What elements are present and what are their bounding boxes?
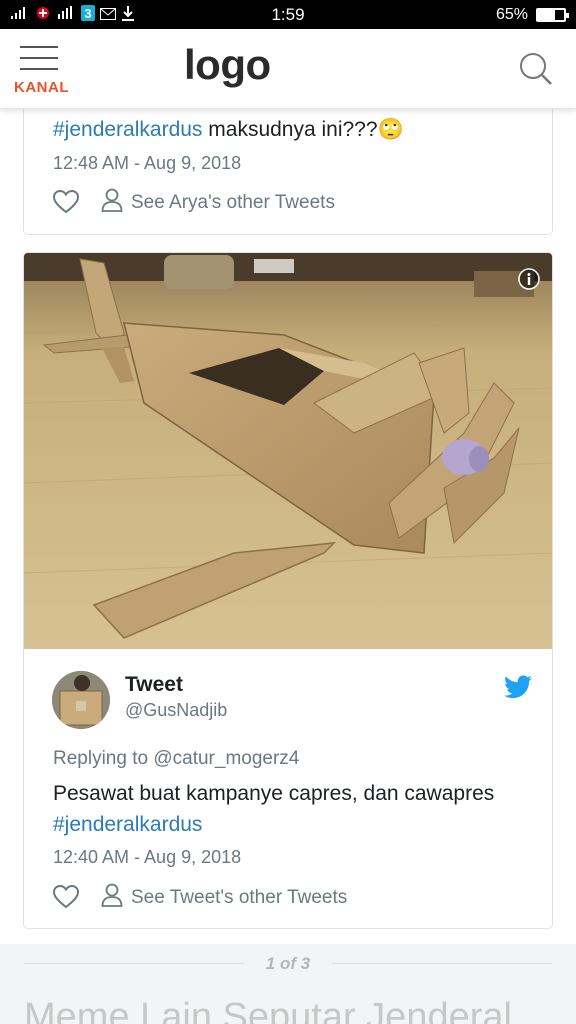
gallery-pager: 1 of 3 [0, 954, 576, 974]
carrier-icon: 3 [81, 5, 95, 24]
hashtag-link[interactable]: #jenderalkardus [53, 809, 533, 840]
status-time: 1:59 [271, 4, 305, 24]
embedded-tweet: #jenderalkardus maksudnya ini???🙄 12:48 … [23, 100, 553, 235]
network-icon [56, 6, 76, 23]
twitter-bird-icon[interactable] [504, 675, 532, 699]
tweet-body: Pesawat buat kampanye capres, dan cawapr… [53, 782, 495, 805]
menu-button[interactable]: KANAL [14, 43, 74, 98]
embedded-tweet: Tweet @GusNadjib Replying to @catur_moge… [23, 252, 553, 929]
tweet-timestamp[interactable]: 12:48 AM - Aug 9, 2018 [53, 153, 241, 174]
app-header: KANAL logo [0, 29, 576, 109]
author-handle[interactable]: @GusNadjib [125, 700, 227, 721]
tweet-actions: See Arya's other Tweets [52, 188, 335, 218]
battery-percent: 65% [495, 5, 528, 23]
signal-icon [10, 6, 30, 23]
person-icon [101, 883, 123, 913]
menu-label: KANAL [14, 79, 69, 96]
heart-icon[interactable] [52, 189, 81, 216]
notification-icon [35, 5, 51, 24]
see-other-label: See Tweet's other Tweets [131, 887, 348, 908]
tweet-author: Tweet @GusNadjib [52, 671, 532, 731]
page-indicator: 1 of 3 [265, 954, 311, 973]
tweet-timestamp[interactable]: 12:40 AM - Aug 9, 2018 [53, 847, 241, 868]
site-logo[interactable]: logo [184, 41, 271, 89]
mail-icon [100, 7, 116, 23]
tweet-actions: See Tweet's other Tweets [52, 883, 347, 913]
battery-icon [536, 7, 569, 22]
svg-text:3: 3 [84, 6, 91, 21]
tweet-body: maksudnya ini??? [202, 118, 378, 141]
see-other-tweets-link[interactable]: See Arya's other Tweets [101, 188, 335, 218]
next-section-heading: Meme Lain Seputar Jenderal [24, 996, 512, 1024]
tweet-text: Pesawat buat kampanye capres, dan cawapr… [53, 778, 533, 840]
battery-fill [538, 9, 555, 20]
tweet-text: #jenderalkardus maksudnya ini???🙄 [53, 114, 404, 145]
hashtag-link[interactable]: #jenderalkardus [53, 118, 202, 141]
gallery-footer: 1 of 3 Meme Lain Seputar Jenderal [0, 944, 576, 1024]
search-icon[interactable] [518, 51, 554, 87]
see-other-tweets-link[interactable]: See Tweet's other Tweets [101, 883, 347, 913]
tweet-photo[interactable] [24, 253, 552, 649]
mention-link[interactable]: @catur_mogerz4 [153, 748, 299, 769]
replying-to: Replying to @catur_mogerz4 [53, 748, 299, 770]
heart-icon[interactable] [52, 884, 81, 911]
author-name[interactable]: Tweet [125, 673, 183, 697]
hamburger-icon [20, 46, 58, 79]
status-bar: 3 1:59 65% [0, 0, 576, 29]
status-icons: 3 [10, 5, 135, 24]
emoji: 🙄 [377, 118, 404, 141]
download-icon [121, 5, 135, 24]
person-icon [101, 188, 123, 218]
replying-prefix: Replying to [53, 748, 154, 769]
info-icon[interactable] [518, 268, 540, 290]
avatar[interactable] [52, 671, 110, 729]
see-other-label: See Arya's other Tweets [131, 192, 335, 213]
